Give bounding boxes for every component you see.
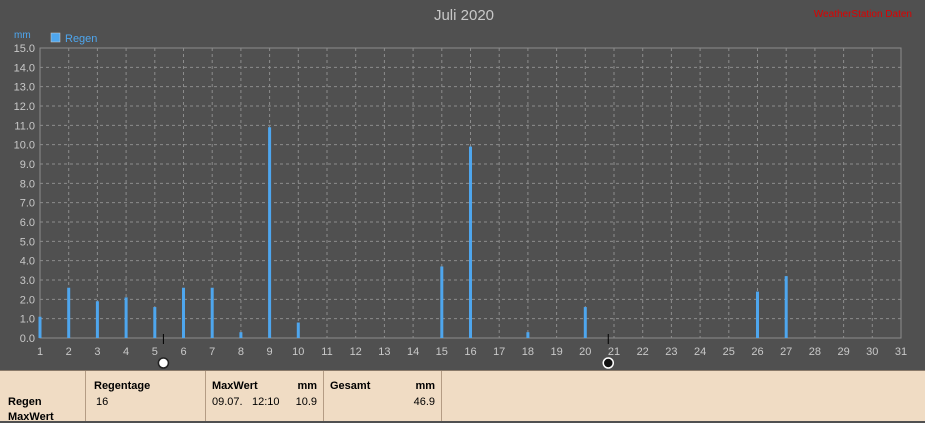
y-tick-label: 14.0: [14, 62, 35, 74]
bar-day-4: [124, 297, 128, 338]
x-tick-label: 18: [522, 346, 534, 358]
y-tick-label: 10.0: [14, 140, 35, 152]
new-moon-icon: [602, 357, 615, 369]
bar-day-1: [38, 316, 42, 338]
x-tick-label: 9: [267, 346, 273, 358]
x-tick-label: 6: [180, 346, 186, 358]
row-label-regen: Regen: [8, 396, 42, 408]
y-tick-label: 3.0: [20, 275, 35, 287]
gesamt-unit: mm: [415, 380, 435, 392]
y-tick-label: 1.0: [20, 314, 35, 326]
x-tick-label: 26: [751, 346, 763, 358]
legend-label: Regen: [65, 33, 97, 45]
regentage-value: 16: [96, 396, 109, 408]
x-tick-label: 10: [292, 346, 304, 358]
x-tick-label: 15: [436, 346, 448, 358]
gesamt-cell: Gesamt mm 46.9: [324, 371, 442, 421]
y-tick-label: 4.0: [20, 256, 35, 268]
maxwert-time: 12:10: [252, 396, 280, 408]
maxwert-cell: MaxWert mm 09.07. 12:10 10.9: [206, 371, 324, 421]
row-labels-cell: Regen MaxWert: [0, 371, 86, 423]
x-tick-label: 1: [37, 346, 43, 358]
x-tick-label: 29: [837, 346, 849, 358]
maxwert-unit: mm: [297, 380, 317, 392]
x-axis: 1 2 3 4 5 6 7 8 9 10 11 12 13 14 15 16 17 18 19 20 21 22 23 24 2…: [37, 346, 907, 358]
x-tick-label: 11: [321, 346, 332, 358]
y-tick-label: 15.0: [14, 43, 35, 55]
x-tick-label: 2: [66, 346, 72, 358]
x-tick-label: 24: [694, 346, 706, 358]
bar-day-8: [239, 332, 243, 338]
y-tick-label: 7.0: [20, 198, 35, 210]
x-tick-label: 27: [780, 346, 792, 358]
x-tick-label: 19: [550, 346, 562, 358]
x-tick-label: 3: [94, 346, 100, 358]
bar-day-27: [784, 276, 788, 338]
regentage-label: Regentage: [94, 380, 151, 392]
gesamt-label: Gesamt: [330, 380, 371, 392]
bar-day-5: [153, 307, 157, 338]
maxwert-label: MaxWert: [212, 380, 258, 392]
y-tick-label: 6.0: [20, 217, 35, 229]
y-tick-label: 11.0: [14, 120, 35, 132]
maxwert-value: 10.9: [295, 396, 317, 408]
bar-day-3: [95, 301, 99, 338]
y-tick-label: 0.0: [20, 333, 35, 345]
gesamt-value: 46.9: [413, 396, 435, 408]
y-unit-label: mm: [14, 30, 31, 41]
x-tick-label: 5: [152, 346, 158, 358]
y-tick-label: 5.0: [20, 236, 35, 248]
y-tick-label: 8.0: [20, 178, 35, 190]
bar-day-15: [440, 266, 444, 338]
row-label-maxwert: MaxWert: [8, 411, 54, 423]
x-tick-label: 17: [493, 346, 505, 358]
x-tick-label: 14: [407, 346, 419, 358]
x-tick-label: 22: [637, 346, 649, 358]
bar-day-16: [469, 146, 472, 338]
bar-day-6: [182, 287, 185, 338]
bar-day-20: [583, 307, 587, 338]
bar-day-7: [210, 287, 214, 338]
x-tick-label: 23: [665, 346, 677, 358]
x-tick-label: 16: [464, 346, 476, 358]
stats-panel: Regen MaxWert Regentage 16 MaxWert mm 09…: [0, 370, 925, 423]
x-tick-label: 8: [238, 346, 244, 358]
bar-day-26: [756, 291, 759, 338]
y-axis: 0.0 1.0 2.0 3.0 4.0 5.0 6.0 7.0 8.0 9.0 10.0 11.0 12…: [14, 43, 35, 345]
x-tick-label: 7: [209, 346, 215, 358]
x-tick-label: 12: [350, 346, 362, 358]
rain-chart: Juli 2020 WeatherStation Daten mm Regen …: [14, 7, 912, 369]
x-tick-label: 25: [723, 346, 735, 358]
full-moon-icon: [157, 357, 170, 369]
x-tick-label: 13: [378, 346, 390, 358]
y-tick-label: 2.0: [20, 294, 35, 306]
regentage-cell: Regentage 16: [86, 371, 206, 421]
bar-day-2: [67, 287, 71, 338]
watermark: WeatherStation Daten: [814, 9, 912, 20]
bar-day-10: [296, 322, 300, 338]
x-tick-label: 21: [608, 346, 620, 358]
chart-title: Juli 2020: [434, 7, 494, 24]
legend-swatch: [50, 32, 61, 43]
y-tick-label: 9.0: [20, 159, 35, 171]
x-tick-label: 20: [579, 346, 591, 358]
maxwert-date: 09.07.: [212, 396, 243, 408]
x-tick-label: 30: [866, 346, 878, 358]
x-tick-label: 28: [809, 346, 821, 358]
bar-day-18: [526, 332, 530, 338]
bar-day-9: [268, 127, 272, 339]
x-tick-label: 4: [123, 346, 129, 358]
y-tick-label: 13.0: [14, 82, 35, 94]
y-tick-label: 12.0: [14, 101, 35, 113]
legend: Regen: [50, 32, 97, 45]
x-tick-label: 31: [895, 346, 907, 358]
